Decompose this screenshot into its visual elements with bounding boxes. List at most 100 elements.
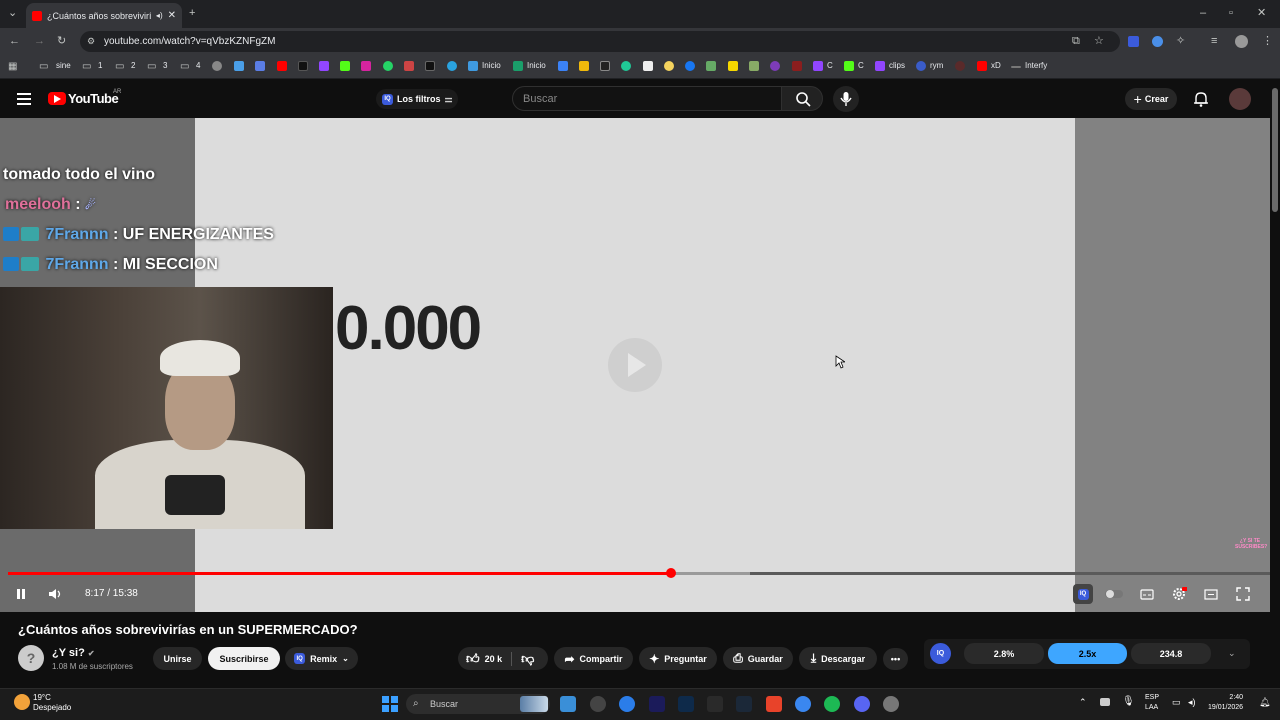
save-button[interactable]: ⎙ Guardar [723,647,793,670]
bookmark-telegram-icon[interactable] [447,61,457,71]
bookmark-icon[interactable] [955,61,965,71]
theater-mode-button[interactable] [1201,584,1221,604]
window-close-icon[interactable]: ✕ [1257,8,1266,19]
share-button[interactable]: ➦ Compartir [554,647,633,670]
system-clock[interactable]: 2:40 19/01/2026 [1208,693,1243,713]
bookmark-youtube-icon[interactable] [277,61,287,71]
bookmark-facebook-icon[interactable] [685,61,695,71]
bookmark-icon[interactable] [600,61,610,71]
bookmark-icon[interactable] [770,61,780,71]
site-info-icon[interactable]: ⚙ [87,36,95,47]
bookmark-gmail-icon[interactable] [404,61,414,71]
settings-button[interactable] [1169,584,1189,604]
youtube-logo-text[interactable]: YouTube [68,91,119,106]
channel-name[interactable]: ¿Y si? ✔ [52,647,95,659]
steam-icon[interactable] [736,696,752,712]
iq-logo-icon[interactable]: IQ [930,643,951,664]
ask-button[interactable]: ✦ Preguntar [639,647,717,670]
bookmark-kick-icon[interactable] [844,61,854,71]
bookmark-icon[interactable] [749,61,759,71]
thumbs-down-icon[interactable]: 👎︎ [521,651,534,667]
bookmark-rym[interactable]: rym [930,61,943,70]
profile-avatar[interactable] [1235,35,1248,48]
bookmark-icon[interactable] [916,61,926,71]
bookmark-icon[interactable] [234,61,244,71]
download-button[interactable]: ⤓ Descargar [799,647,877,670]
remix-button[interactable]: IQ Remix ⌄ [285,647,358,670]
bookmark-inicio-2[interactable]: Inicio [527,61,546,70]
bookmark-twitch-icon[interactable] [813,61,823,71]
bookmark-icon[interactable] [664,61,674,71]
bookmark-globe-icon[interactable] [212,61,222,71]
tab-search-icon[interactable]: ⌄ [8,8,17,19]
bookmark-icon[interactable] [706,61,716,71]
photoshop-icon[interactable] [678,696,694,712]
join-button[interactable]: Unirse [153,647,202,670]
fullscreen-button[interactable] [1233,584,1253,604]
bookmark-sine[interactable]: sine [56,61,71,70]
extension-iq-icon[interactable] [1128,36,1139,47]
reading-list-icon[interactable]: ≡ [1211,36,1217,47]
bookmark-star-icon[interactable]: ☆ [1094,36,1104,47]
center-play-button[interactable] [608,338,662,392]
input-language[interactable]: ESP LAA [1145,693,1159,713]
ext-stat-value[interactable]: 234.8 [1131,643,1211,664]
bookmark-c[interactable]: C [827,61,833,70]
bookmark-kick-icon[interactable] [340,61,350,71]
bookmark-twitch-icon[interactable] [875,61,885,71]
ccleaner-icon[interactable] [619,696,635,712]
forward-icon[interactable]: → [34,36,45,47]
bookmark-binance-icon[interactable] [579,61,589,71]
voice-search-button[interactable] [833,86,859,112]
scrollbar-thumb[interactable] [1272,88,1278,212]
bookmark-xd[interactable]: xD [991,61,1001,70]
bookmark-clips[interactable]: clips [889,61,905,70]
app-icon[interactable] [590,696,606,712]
filters-button[interactable]: IQ Los filtros ⚌ [376,89,458,109]
bookmark-icon[interactable] [468,61,478,71]
chevron-down-icon[interactable]: ⌄ [1228,648,1236,659]
search-input[interactable]: Buscar [512,86,782,111]
user-avatar[interactable] [1229,88,1251,110]
progress-scrubber[interactable] [665,568,676,578]
pause-button[interactable] [11,584,31,604]
notification-center-icon[interactable]: 🔔︎ [1259,697,1270,708]
bookmark-icon[interactable] [1011,66,1021,68]
bookmark-4[interactable]: 4 [196,61,200,70]
url-text[interactable]: youtube.com/watch?v=qVbzKZNFgZM [104,36,275,47]
bookmark-icon[interactable] [792,61,802,71]
bookmark-inicio[interactable]: Inicio [482,61,501,70]
bookmark-youtube-icon[interactable] [977,61,987,71]
browser-tab[interactable]: ¿Cuántos años sobrevivirías ◂) ✕ [26,3,182,28]
bookmark-icon[interactable] [255,61,265,71]
bookmark-c-2[interactable]: C [858,61,864,70]
channel-avatar[interactable]: ? [18,645,44,671]
iq-player-button[interactable]: IQ [1073,584,1093,604]
weather-widget[interactable]: 19°C Despejado [33,693,71,713]
bookmark-icon[interactable] [621,61,631,71]
extensions-puzzle-icon[interactable]: ✧ [1176,36,1185,47]
autoplay-toggle[interactable] [1104,584,1124,604]
ext-stat-percent[interactable]: 2.8% [964,643,1044,664]
like-button[interactable]: 👍︎ 20 k [466,651,502,667]
extension-translate-icon[interactable] [1152,36,1163,47]
back-icon[interactable]: ← [9,36,20,47]
tray-app-icon[interactable] [1100,698,1110,706]
tray-mic-icon[interactable]: 🎙︎ [1122,696,1135,707]
subscribe-button[interactable]: Suscribirse [208,647,280,670]
bookmark-icon[interactable] [513,61,523,71]
windows-start-icon[interactable] [382,696,398,712]
network-icon[interactable]: ▭ [1172,697,1181,708]
more-actions-button[interactable]: ••• [883,648,908,670]
weather-sun-icon[interactable] [14,694,30,710]
new-tab-icon[interactable]: + [189,8,195,19]
bookmark-3[interactable]: 3 [163,61,167,70]
epic-games-icon[interactable] [707,696,723,712]
discord-icon[interactable] [854,696,870,712]
bookmark-x-icon[interactable] [425,61,435,71]
bookmark-twitch-icon[interactable] [319,61,329,71]
bookmark-1[interactable]: 1 [98,61,102,70]
search-button[interactable] [781,86,823,111]
restore-icon[interactable]: ▫ [1229,8,1233,19]
apps-grid-icon[interactable]: ▦ [8,61,17,72]
